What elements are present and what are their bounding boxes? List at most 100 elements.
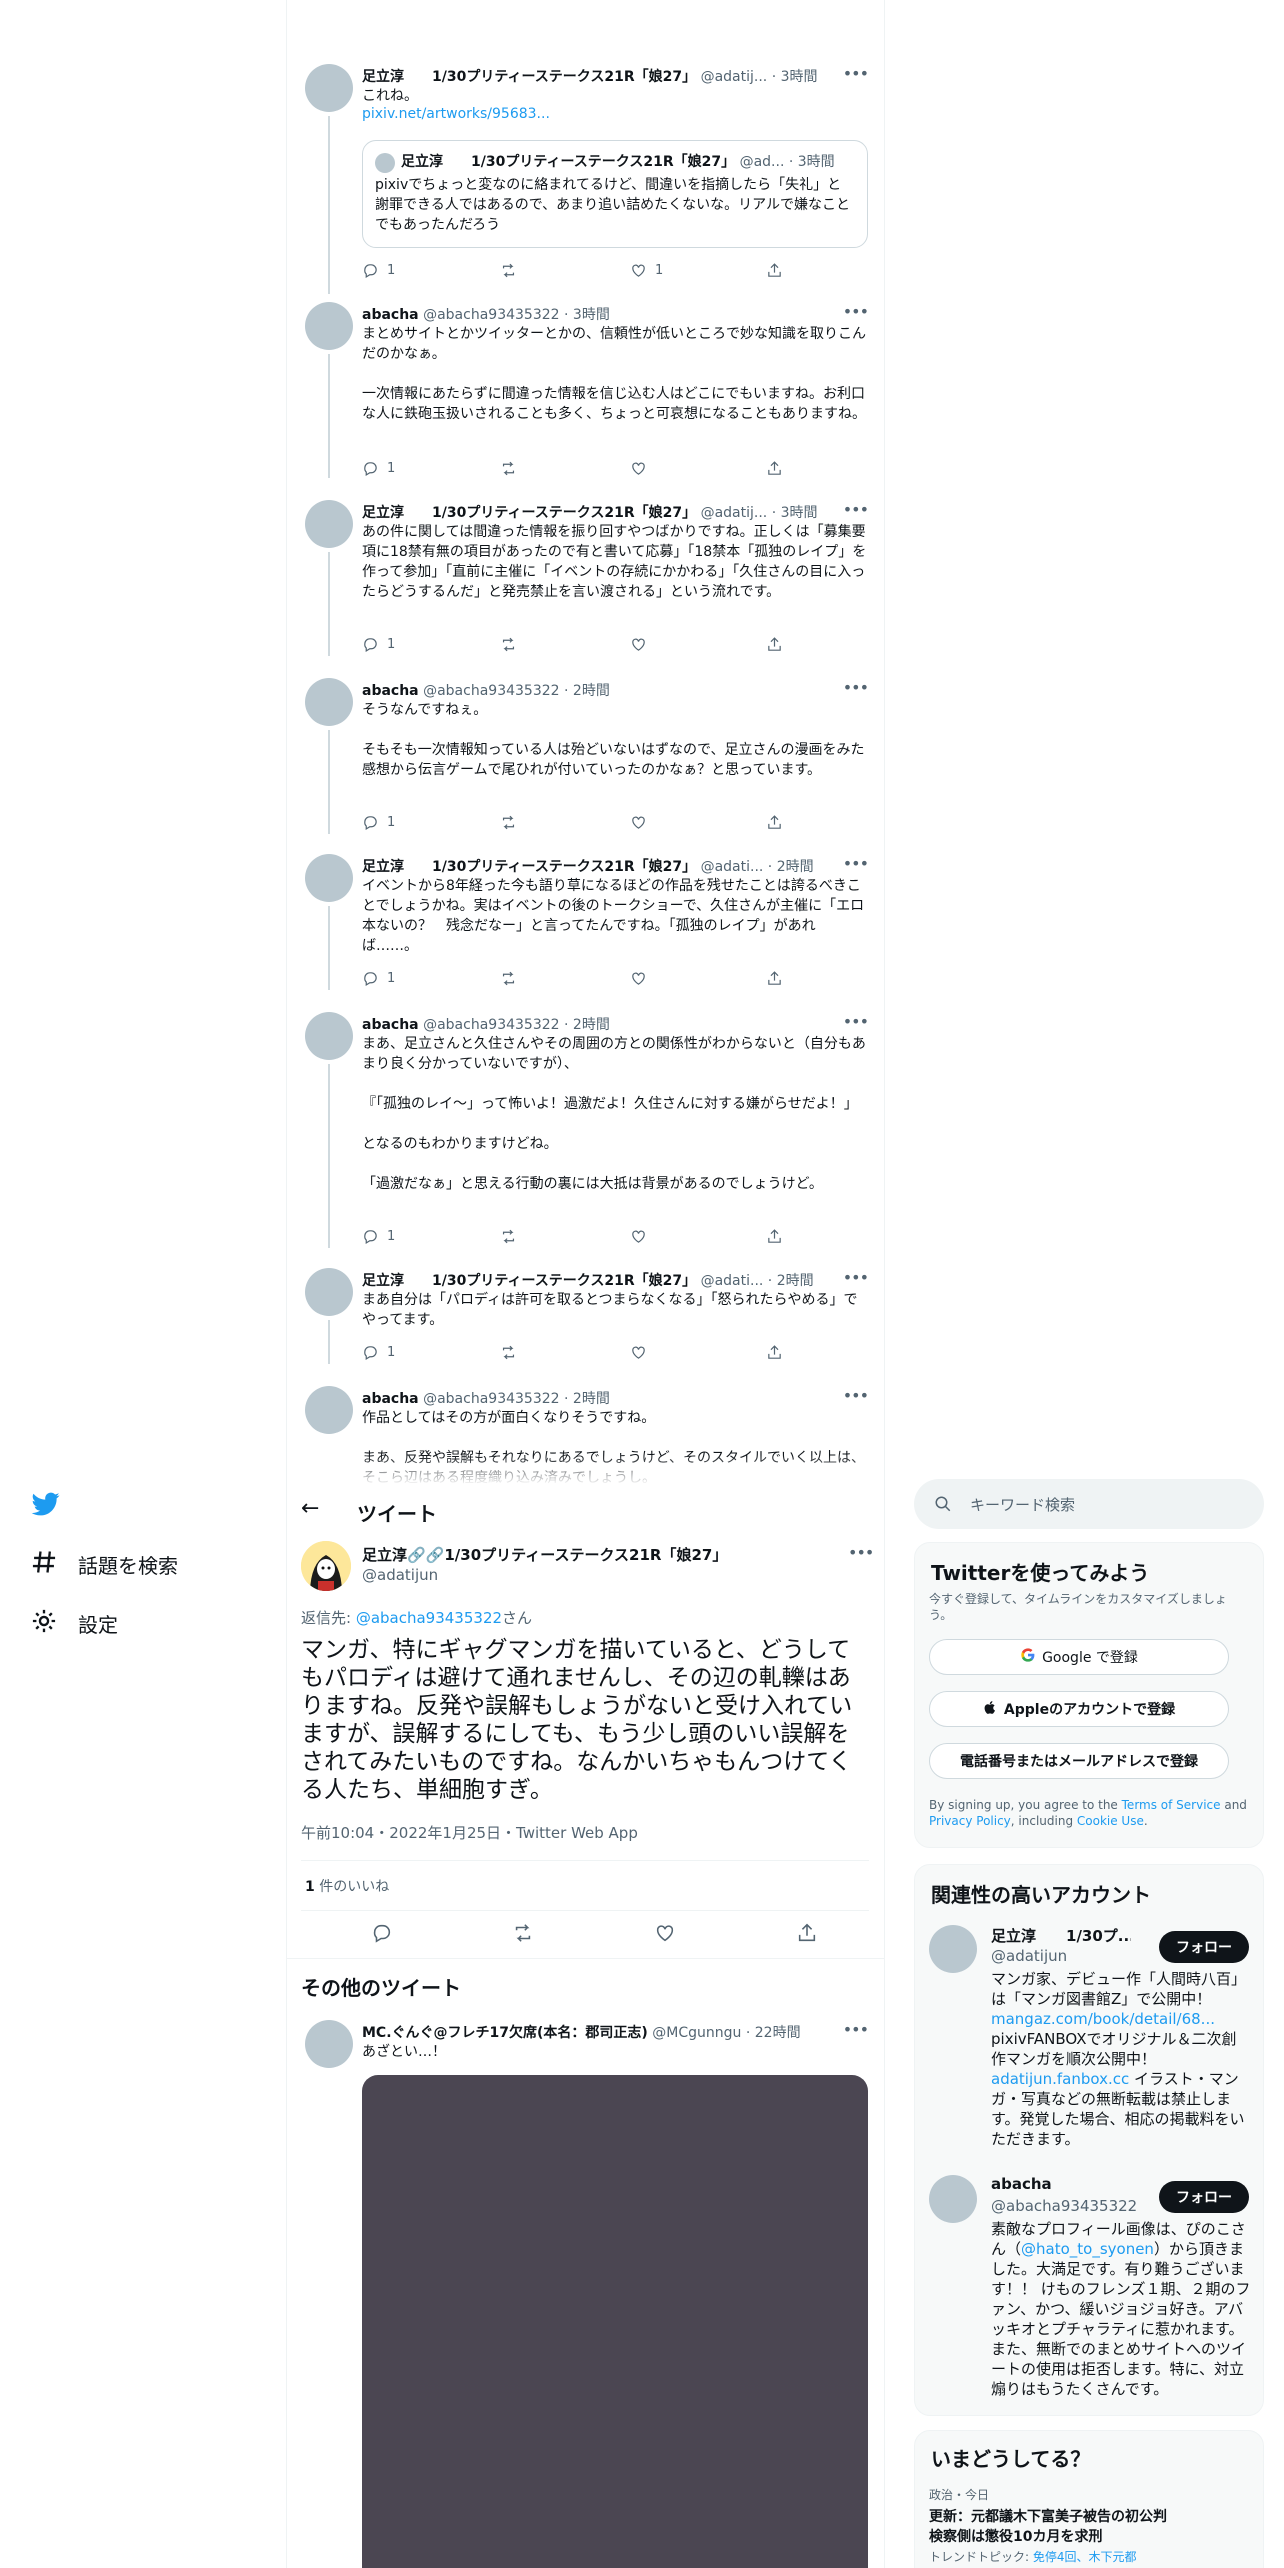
more-options-icon[interactable]: ••• (843, 1386, 869, 1405)
tweet-time[interactable]: 2時間 (573, 683, 610, 699)
like-button[interactable] (630, 1226, 647, 1246)
more-options-icon[interactable]: ••• (843, 2020, 869, 2039)
reply-to-user-link[interactable]: @abacha93435322 (356, 1609, 502, 1627)
reply-button[interactable]: 1 (362, 968, 395, 988)
tweet-author-name[interactable]: 足立淳 1/30プリティーステークス21R「娘27」 (362, 859, 696, 875)
more-options-icon[interactable]: ••• (843, 1012, 869, 1031)
retweet-button[interactable] (500, 634, 517, 654)
tweet-author-name[interactable]: MC.ぐんぐ@フレチ17欠席(本名：郡司正志) (362, 2025, 648, 2041)
reply-button[interactable]: 1 (362, 260, 395, 280)
trend-headline[interactable]: 更新：元都議木下富美子被告の初公判 検察側は懲役10カ月を求刑 (929, 2507, 1179, 2547)
retweet-button[interactable] (500, 458, 517, 478)
avatar[interactable] (305, 500, 353, 548)
tweet-author-name[interactable]: 足立淳 1/30プリティーステークス21R「娘27」 (362, 69, 696, 85)
heart-icon[interactable] (654, 1922, 676, 1944)
share-button[interactable] (766, 968, 783, 988)
more-options-icon[interactable]: ••• (843, 64, 869, 83)
tweet-time[interactable]: 2時間 (573, 1391, 610, 1407)
share-button[interactable] (766, 812, 783, 832)
twitter-logo-icon[interactable] (30, 1490, 64, 1520)
tweet-author-name[interactable]: abacha (362, 1017, 419, 1033)
more-options-icon[interactable]: ••• (843, 854, 869, 873)
reply-button[interactable]: 1 (362, 1342, 395, 1362)
back-arrow-icon[interactable]: ← (301, 1496, 319, 1521)
reply-button[interactable]: 1 (362, 634, 395, 654)
tweet-author-name[interactable]: 足立淳 1/30プリティーステークス21R「娘27」 (362, 1273, 696, 1289)
avatar[interactable] (305, 1268, 353, 1316)
tweet-author-name[interactable]: 足立淳 1/30プリティーステークス21R「娘27」 (362, 505, 696, 521)
cookie-link[interactable]: Cookie Use (1077, 1814, 1144, 1828)
avatar[interactable] (929, 2175, 977, 2223)
more-options-icon[interactable]: ••• (843, 500, 869, 519)
avatar[interactable] (305, 854, 353, 902)
main-tweet-author-name[interactable]: 足立淳🔗🔗1/30プリティーステークス21R「娘27」 (362, 1544, 727, 1565)
nav-settings[interactable]: 設定 (30, 1607, 118, 1640)
reply-button[interactable]: 1 (362, 458, 395, 478)
reply-button[interactable]: 1 (362, 1226, 395, 1246)
like-button[interactable] (630, 1342, 647, 1362)
related-account-name[interactable]: abacha (991, 2175, 1052, 2193)
avatar[interactable] (305, 64, 353, 112)
follow-button[interactable]: フォロー (1159, 2181, 1249, 2213)
share-button[interactable] (766, 1342, 783, 1362)
like-button[interactable] (630, 968, 647, 988)
trend-topic-link[interactable]: 免停4回、木下元都 (1033, 2550, 1137, 2564)
avatar[interactable] (929, 1925, 977, 1973)
more-options-icon[interactable]: ••• (843, 1268, 869, 1287)
avatar[interactable] (305, 678, 353, 726)
retweet-button[interactable] (500, 1226, 517, 1246)
related-account-name[interactable]: 足立淳 1/30プ... (991, 1925, 1131, 1946)
tweet-author-name[interactable]: abacha (362, 307, 419, 323)
apple-signup-button[interactable]: Appleのアカウントで登録 (929, 1691, 1229, 1727)
thread-tweet[interactable]: 足立淳 1/30プリティーステークス21R「娘27」 @adati... · 2… (287, 1268, 884, 1364)
follow-button[interactable]: フォロー (1159, 1931, 1249, 1963)
like-button[interactable]: 1 (630, 260, 663, 280)
terms-link[interactable]: Terms of Service (1122, 1798, 1221, 1812)
tweet-time[interactable]: 2時間 (573, 1017, 610, 1033)
main-tweet-handle[interactable]: @adatijun (362, 1566, 438, 1584)
share-icon[interactable] (796, 1922, 818, 1944)
more-options-icon[interactable]: ••• (848, 1543, 874, 1562)
tweet-time[interactable]: 2時間 (777, 1273, 814, 1289)
retweet-button[interactable] (500, 968, 517, 988)
thread-tweet[interactable]: 足立淳 1/30プリティーステークス21R「娘27」 @adati... · 2… (287, 854, 884, 990)
like-button[interactable] (630, 634, 647, 654)
retweet-button[interactable] (500, 812, 517, 832)
more-options-icon[interactable]: ••• (843, 678, 869, 697)
bio-link[interactable]: mangaz.com/book/detail/68... (991, 2010, 1215, 2028)
phone-email-signup-button[interactable]: 電話番号またはメールアドレスで登録 (929, 1743, 1229, 1779)
nav-explore[interactable]: 話題を検索 (30, 1548, 178, 1581)
tweet-author-name[interactable]: abacha (362, 1391, 419, 1407)
likes-count-link[interactable]: 1 件のいいね (305, 1876, 389, 1896)
main-tweet-meta[interactable]: 午前10:04・2022年1月25日・Twitter Web App (301, 1822, 638, 1843)
thread-tweet[interactable]: 足立淳 1/30プリティーステークス21R「娘27」 @adatij... · … (287, 64, 884, 294)
avatar[interactable] (305, 1386, 353, 1434)
retweet-icon[interactable] (512, 1922, 534, 1944)
tweet-time[interactable]: 3時間 (781, 69, 818, 85)
share-button[interactable] (766, 1226, 783, 1246)
privacy-link[interactable]: Privacy Policy (929, 1814, 1011, 1828)
thread-tweet[interactable]: abacha @abacha93435322 · 2時間 ••• まあ、足立さん… (287, 1012, 884, 1248)
bio-link[interactable]: adatijun.fanbox.cc (991, 2070, 1129, 2088)
avatar[interactable] (301, 1541, 351, 1591)
bio-link[interactable]: @hato_to_syonen (1021, 2240, 1154, 2258)
reply-button[interactable]: 1 (362, 812, 395, 832)
search-input[interactable]: キーワード検索 (914, 1479, 1264, 1529)
like-button[interactable] (630, 812, 647, 832)
thread-tweet[interactable]: abacha @abacha93435322 · 3時間 ••• まとめサイトと… (287, 302, 884, 478)
tweet-author-name[interactable]: abacha (362, 683, 419, 699)
tweet-time[interactable]: 3時間 (573, 307, 610, 323)
retweet-button[interactable] (500, 260, 517, 280)
tweet-media-image[interactable] (362, 2075, 868, 2568)
google-signup-button[interactable]: Google で登録 (929, 1639, 1229, 1675)
tweet-time[interactable]: 3時間 (781, 505, 818, 521)
tweet-time[interactable]: 2時間 (777, 859, 814, 875)
thread-tweet[interactable]: 足立淳 1/30プリティーステークス21R「娘27」 @adatij... · … (287, 500, 884, 656)
retweet-button[interactable] (500, 1342, 517, 1362)
more-options-icon[interactable]: ••• (843, 302, 869, 321)
reply-icon[interactable] (371, 1922, 393, 1944)
avatar[interactable] (305, 302, 353, 350)
thread-tweet[interactable]: abacha @abacha93435322 · 2時間 ••• そうなんですね… (287, 678, 884, 834)
like-button[interactable] (630, 458, 647, 478)
tweet-link[interactable]: pixiv.net/artworks/95683... (362, 106, 550, 122)
